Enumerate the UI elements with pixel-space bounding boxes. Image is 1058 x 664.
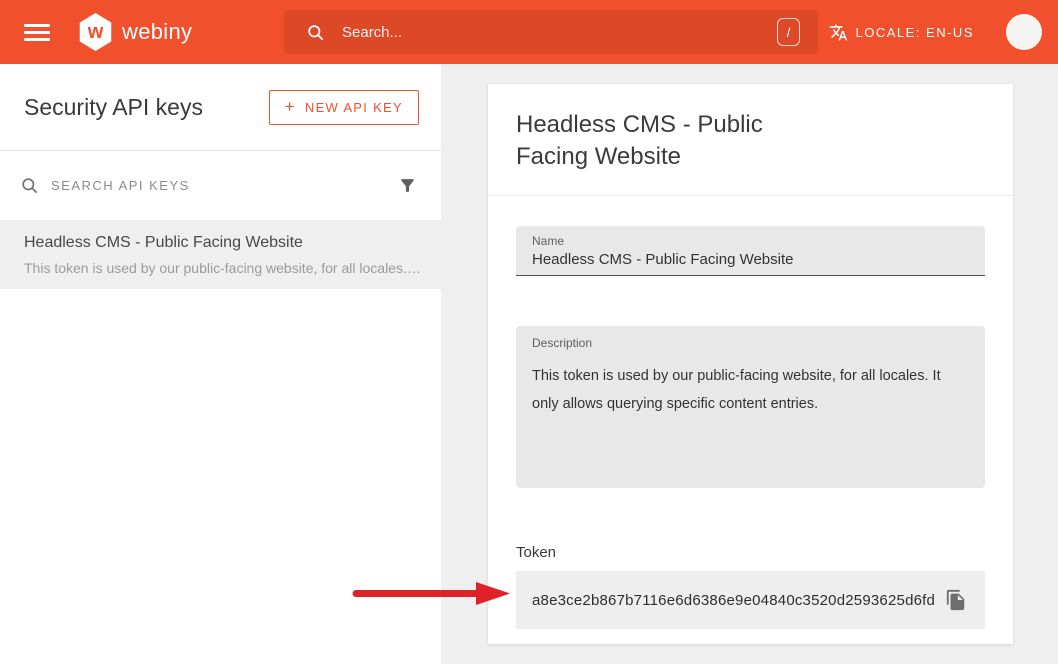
- plus-icon: +: [285, 97, 296, 117]
- global-search-input[interactable]: [342, 24, 777, 41]
- search-shortcut-badge: /: [777, 18, 800, 46]
- token-value: a8e3ce2b867b7116e6d6386e9e04840c3520d259…: [532, 592, 941, 609]
- logo-letter: w: [88, 21, 104, 44]
- locale-selector[interactable]: LOCALE: EN-US: [829, 23, 974, 42]
- detail-title: Headless CMS - Public Facing Website: [516, 109, 801, 173]
- shortcut-key: /: [787, 25, 791, 40]
- locale-label: LOCALE: EN-US: [856, 25, 974, 40]
- description-field[interactable]: Description This token is used by our pu…: [516, 326, 985, 488]
- copy-token-button[interactable]: [941, 585, 971, 615]
- filter-icon[interactable]: [398, 176, 417, 195]
- logo-wordmark: webiny: [122, 19, 192, 45]
- new-api-key-button[interactable]: + NEW API KEY: [269, 90, 419, 125]
- api-key-detail-card: Headless CMS - Public Facing Website Nam…: [488, 84, 1013, 644]
- name-field-value: Headless CMS - Public Facing Website: [532, 251, 969, 268]
- api-keys-search-input[interactable]: [51, 178, 398, 193]
- token-label: Token: [516, 544, 985, 561]
- app-header: w webiny / LOCALE: EN-US: [0, 0, 1058, 64]
- description-field-label: Description: [532, 336, 969, 350]
- detail-area: Headless CMS - Public Facing Website Nam…: [441, 64, 1058, 664]
- search-icon: [306, 23, 325, 42]
- global-search-bar[interactable]: /: [284, 10, 818, 54]
- webiny-logo-hexagon-icon: w: [78, 13, 113, 51]
- description-field-value: This token is used by our public-facing …: [532, 362, 969, 418]
- copy-icon: [945, 589, 967, 611]
- api-key-list-item[interactable]: Headless CMS - Public Facing Website Thi…: [0, 221, 441, 289]
- search-icon: [20, 176, 39, 195]
- translate-icon: [829, 23, 848, 42]
- page-title: Security API keys: [24, 94, 203, 121]
- list-item-title: Headless CMS - Public Facing Website: [24, 234, 421, 252]
- token-box: a8e3ce2b867b7116e6d6386e9e04840c3520d259…: [516, 571, 985, 629]
- api-keys-search-row: [0, 151, 441, 221]
- name-field-label: Name: [532, 234, 969, 248]
- api-keys-list-panel: Security API keys + NEW API KEY Headless…: [0, 64, 441, 664]
- list-item-description: This token is used by our public-facing …: [24, 260, 421, 276]
- new-api-key-button-label: NEW API KEY: [305, 100, 403, 115]
- hamburger-menu-icon[interactable]: [24, 20, 50, 45]
- user-avatar[interactable]: [1006, 14, 1042, 50]
- name-field[interactable]: Name Headless CMS - Public Facing Websit…: [516, 226, 985, 276]
- webiny-logo[interactable]: w webiny: [78, 13, 192, 51]
